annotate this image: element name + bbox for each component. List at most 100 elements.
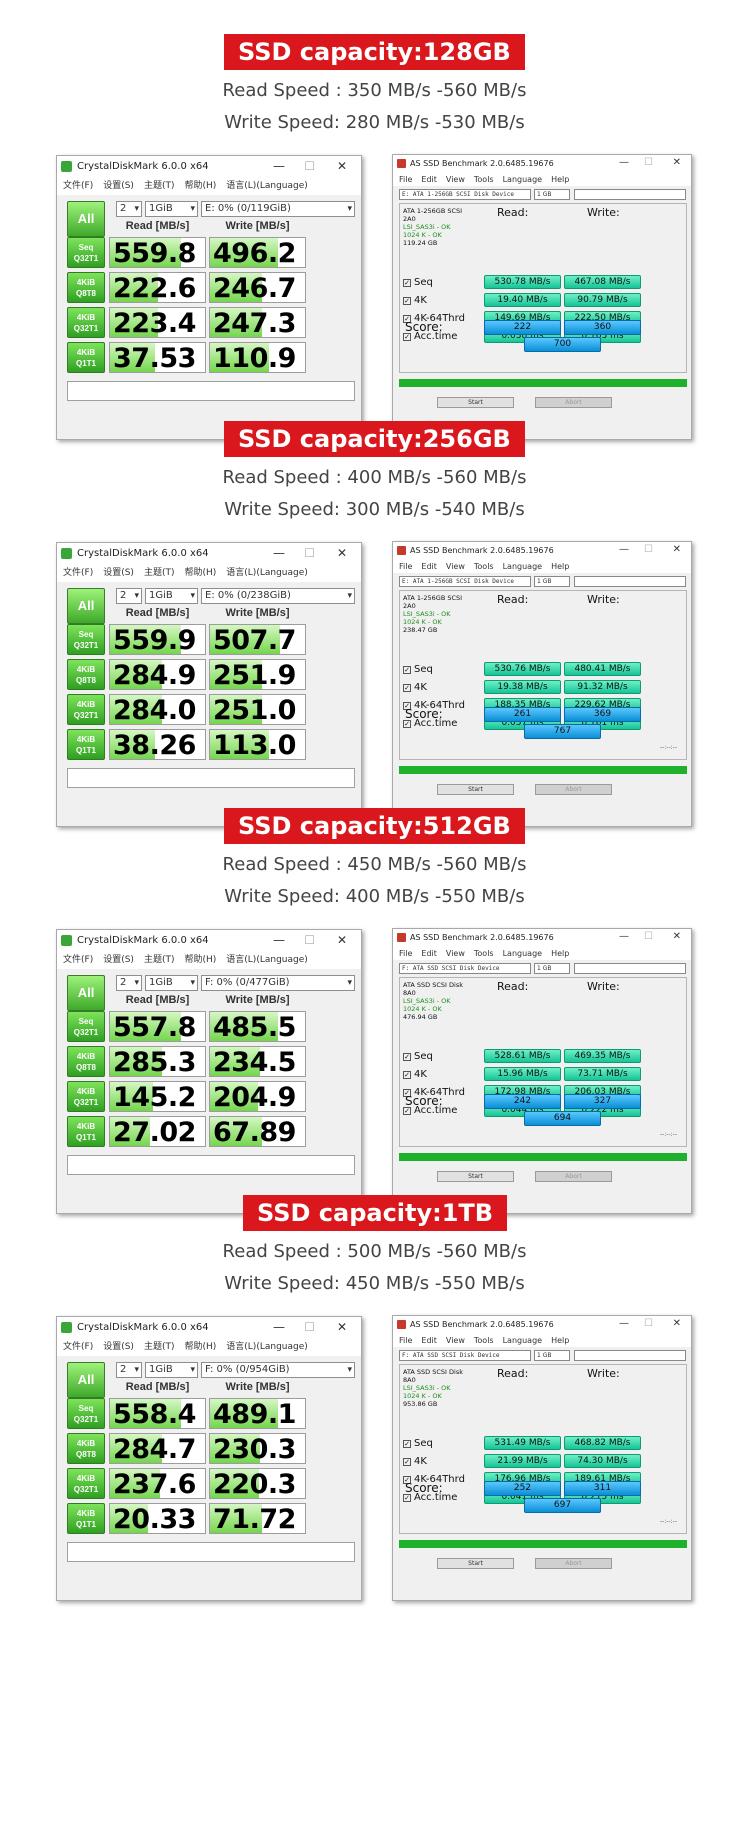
- checkbox-checked-icon[interactable]: ✓: [403, 1071, 411, 1079]
- asd-menu-item[interactable]: View: [446, 562, 465, 571]
- minimize-icon[interactable]: —: [619, 931, 629, 942]
- test-checkbox-row[interactable]: ✓ Seq: [403, 1438, 433, 1449]
- cdm-menu-item[interactable]: 语言(L)(Language): [226, 568, 307, 578]
- minimize-icon[interactable]: —: [273, 1320, 285, 1334]
- checkbox-checked-icon[interactable]: ✓: [403, 279, 411, 287]
- checkbox-checked-icon[interactable]: ✓: [403, 1440, 411, 1448]
- asd-drive-select[interactable]: E: ATA 1-256GB SCSI Disk Device: [399, 189, 531, 200]
- test-row-button[interactable]: 4KiB Q1T1: [67, 1503, 105, 1534]
- test-checkbox-row[interactable]: ✓ Seq: [403, 664, 433, 675]
- minimize-icon[interactable]: —: [273, 159, 285, 173]
- asd-size-select[interactable]: 1 GB: [534, 576, 570, 587]
- asd-extra-field[interactable]: [574, 189, 686, 200]
- cdm-menu-item[interactable]: 帮助(H): [184, 1342, 216, 1352]
- test-checkbox-row[interactable]: ✓ 4K: [403, 295, 427, 306]
- asd-menu-item[interactable]: Tools: [474, 175, 494, 184]
- cdm-menu-item[interactable]: 设置(S): [103, 955, 134, 965]
- test-row-button[interactable]: Seq Q32T1: [67, 624, 105, 655]
- close-icon[interactable]: ✕: [673, 1318, 681, 1329]
- test-row-button[interactable]: 4KiB Q8T8: [67, 1433, 105, 1464]
- test-count-select[interactable]: 2 ▾: [116, 201, 142, 217]
- checkbox-checked-icon[interactable]: ✓: [403, 1494, 411, 1502]
- minimize-icon[interactable]: —: [619, 1318, 629, 1329]
- maximize-icon[interactable]: ☐: [304, 933, 315, 947]
- asd-menu-item[interactable]: Tools: [474, 1336, 494, 1345]
- asd-titlebar[interactable]: AS SSD Benchmark 2.0.6485.19676 — ☐ ✕: [393, 929, 691, 947]
- test-row-button[interactable]: 4KiB Q8T8: [67, 1046, 105, 1077]
- test-row-button[interactable]: 4KiB Q1T1: [67, 1116, 105, 1147]
- cdm-menu-item[interactable]: 设置(S): [103, 568, 134, 578]
- asd-menu-item[interactable]: View: [446, 1336, 465, 1345]
- asd-menu-item[interactable]: Help: [551, 562, 569, 571]
- maximize-icon[interactable]: ☐: [644, 157, 653, 168]
- test-count-select[interactable]: 2 ▾: [116, 1362, 142, 1378]
- asd-menu-item[interactable]: File: [399, 949, 412, 958]
- drive-select[interactable]: F: 0% (0/954GiB) ▾: [201, 1362, 355, 1378]
- start-button[interactable]: Start: [437, 1558, 514, 1569]
- test-size-select[interactable]: 1GiB ▾: [145, 201, 198, 217]
- cdm-menu-item[interactable]: 主题(T): [144, 955, 175, 965]
- cdm-menu-item[interactable]: 语言(L)(Language): [226, 181, 307, 191]
- test-checkbox-row[interactable]: ✓ Seq: [403, 1051, 433, 1062]
- asd-extra-field[interactable]: [574, 1350, 686, 1361]
- cdm-menu-item[interactable]: 语言(L)(Language): [226, 955, 307, 965]
- cdm-menu-item[interactable]: 设置(S): [103, 181, 134, 191]
- checkbox-checked-icon[interactable]: ✓: [403, 297, 411, 305]
- all-tests-button[interactable]: All: [67, 201, 105, 237]
- test-checkbox-row[interactable]: ✓ Seq: [403, 277, 433, 288]
- abort-button[interactable]: Abort: [535, 1558, 612, 1569]
- asd-extra-field[interactable]: [574, 576, 686, 587]
- cdm-titlebar[interactable]: CrystalDiskMark 6.0.0 x64 — ☐ ✕: [57, 930, 361, 952]
- asd-menu-item[interactable]: Tools: [474, 562, 494, 571]
- asd-size-select[interactable]: 1 GB: [534, 189, 570, 200]
- drive-select[interactable]: E: 0% (0/119GiB) ▾: [201, 201, 355, 217]
- asd-drive-select[interactable]: F: ATA SSD SCSI Disk Device: [399, 1350, 531, 1361]
- checkbox-checked-icon[interactable]: ✓: [403, 1107, 411, 1115]
- all-tests-button[interactable]: All: [67, 975, 105, 1011]
- cdm-menu-item[interactable]: 语言(L)(Language): [226, 1342, 307, 1352]
- test-row-button[interactable]: 4KiB Q1T1: [67, 342, 105, 373]
- checkbox-checked-icon[interactable]: ✓: [403, 333, 411, 341]
- test-count-select[interactable]: 2 ▾: [116, 588, 142, 604]
- close-icon[interactable]: ✕: [337, 1320, 347, 1334]
- cdm-menu-item[interactable]: 帮助(H): [184, 955, 216, 965]
- asd-menu-item[interactable]: View: [446, 175, 465, 184]
- test-row-button[interactable]: 4KiB Q32T1: [67, 1468, 105, 1499]
- all-tests-button[interactable]: All: [67, 588, 105, 624]
- checkbox-checked-icon[interactable]: ✓: [403, 1458, 411, 1466]
- asd-menu-item[interactable]: Edit: [421, 562, 437, 571]
- asd-menu-item[interactable]: Edit: [421, 949, 437, 958]
- close-icon[interactable]: ✕: [673, 544, 681, 555]
- test-row-button[interactable]: 4KiB Q8T8: [67, 272, 105, 303]
- test-count-select[interactable]: 2 ▾: [116, 975, 142, 991]
- cdm-titlebar[interactable]: CrystalDiskMark 6.0.0 x64 — ☐ ✕: [57, 543, 361, 565]
- close-icon[interactable]: ✕: [337, 933, 347, 947]
- asd-titlebar[interactable]: AS SSD Benchmark 2.0.6485.19676 — ☐ ✕: [393, 542, 691, 560]
- cdm-titlebar[interactable]: CrystalDiskMark 6.0.0 x64 — ☐ ✕: [57, 1317, 361, 1339]
- maximize-icon[interactable]: ☐: [304, 546, 315, 560]
- cdm-menu-item[interactable]: 文件(F): [63, 181, 93, 191]
- test-row-button[interactable]: 4KiB Q8T8: [67, 659, 105, 690]
- maximize-icon[interactable]: ☐: [644, 1318, 653, 1329]
- asd-menu-item[interactable]: Help: [551, 175, 569, 184]
- asd-size-select[interactable]: 1 GB: [534, 1350, 570, 1361]
- close-icon[interactable]: ✕: [673, 931, 681, 942]
- asd-menu-item[interactable]: File: [399, 1336, 412, 1345]
- close-icon[interactable]: ✕: [673, 157, 681, 168]
- cdm-menu-item[interactable]: 帮助(H): [184, 568, 216, 578]
- minimize-icon[interactable]: —: [619, 544, 629, 555]
- asd-drive-select[interactable]: E: ATA 1-256GB SCSI Disk Device: [399, 576, 531, 587]
- test-checkbox-row[interactable]: ✓ 4K: [403, 1069, 427, 1080]
- cdm-menu-item[interactable]: 文件(F): [63, 568, 93, 578]
- checkbox-checked-icon[interactable]: ✓: [403, 666, 411, 674]
- checkbox-checked-icon[interactable]: ✓: [403, 720, 411, 728]
- cdm-menu-item[interactable]: 主题(T): [144, 181, 175, 191]
- asd-menu-item[interactable]: Tools: [474, 949, 494, 958]
- asd-titlebar[interactable]: AS SSD Benchmark 2.0.6485.19676 — ☐ ✕: [393, 1316, 691, 1334]
- maximize-icon[interactable]: ☐: [304, 1320, 315, 1334]
- test-size-select[interactable]: 1GiB ▾: [145, 1362, 198, 1378]
- test-size-select[interactable]: 1GiB ▾: [145, 975, 198, 991]
- minimize-icon[interactable]: —: [273, 546, 285, 560]
- minimize-icon[interactable]: —: [273, 933, 285, 947]
- asd-menu-item[interactable]: Help: [551, 1336, 569, 1345]
